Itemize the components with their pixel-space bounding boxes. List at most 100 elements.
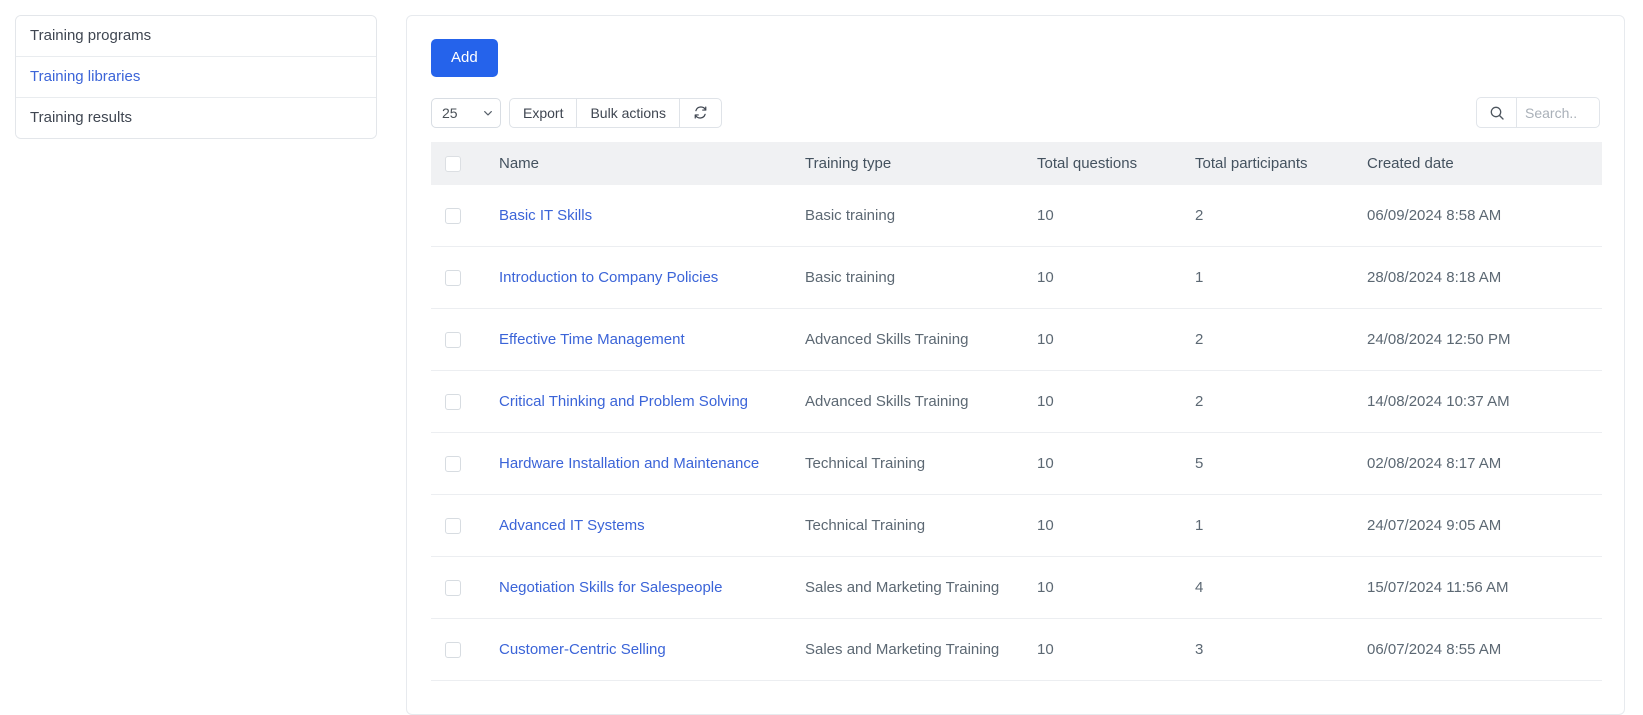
page-size-select-wrap: 25: [431, 97, 501, 128]
column-header-name[interactable]: Name: [489, 142, 795, 186]
row-select-cell: [431, 370, 489, 434]
cell-name: Negotiation Skills for Salespeople: [489, 556, 795, 620]
refresh-icon: [694, 106, 707, 119]
cell-total-questions: 10: [1027, 246, 1185, 310]
row-select-cell: [431, 494, 489, 558]
column-header-created-date[interactable]: Created date: [1357, 142, 1602, 186]
training-library-link[interactable]: Critical Thinking and Problem Solving: [499, 393, 748, 410]
cell-name: Customer-Centric Selling: [489, 618, 795, 682]
training-library-link[interactable]: Hardware Installation and Maintenance: [499, 455, 759, 472]
table-row: Introduction to Company Policies Basic t…: [431, 246, 1602, 310]
cell-total-questions: 10: [1027, 618, 1185, 682]
table-action-button-group: Export Bulk actions: [509, 97, 722, 128]
sidebar-item-label: Training libraries: [30, 68, 141, 85]
table-row: Basic IT Skills Basic training 10 2 06/0…: [431, 185, 1602, 248]
cell-created-date: 28/08/2024 8:18 AM: [1357, 246, 1602, 310]
cell-training-type: Advanced Skills Training: [795, 308, 1027, 372]
cell-name: Basic IT Skills: [489, 185, 795, 248]
column-header-total-participants[interactable]: Total participants: [1185, 142, 1357, 186]
table-header-row: Name Training type Total questions Total…: [431, 142, 1602, 186]
cell-training-type: Basic training: [795, 185, 1027, 248]
column-header-total-questions[interactable]: Total questions: [1027, 142, 1185, 186]
column-header-training-type[interactable]: Training type: [795, 142, 1027, 186]
training-libraries-page: Training programs Training libraries Tra…: [0, 0, 1643, 715]
search-input[interactable]: [1516, 97, 1600, 128]
row-checkbox[interactable]: [445, 642, 461, 659]
table-row: Critical Thinking and Problem Solving Ad…: [431, 370, 1602, 434]
cell-total-questions: 10: [1027, 432, 1185, 496]
table-toolbar: 25 Export Bulk actions: [431, 97, 1600, 128]
cell-total-participants: 3: [1185, 618, 1357, 682]
table-row: Hardware Installation and Maintenance Te…: [431, 432, 1602, 496]
training-libraries-table: Name Training type Total questions Total…: [431, 142, 1602, 682]
cell-training-type: Technical Training: [795, 432, 1027, 496]
row-checkbox[interactable]: [445, 332, 461, 349]
toolbar-left-group: 25 Export Bulk actions: [431, 97, 722, 128]
cell-total-questions: 10: [1027, 185, 1185, 248]
add-button[interactable]: Add: [431, 39, 498, 77]
training-library-link[interactable]: Effective Time Management: [499, 331, 685, 348]
cell-name: Advanced IT Systems: [489, 494, 795, 558]
row-checkbox[interactable]: [445, 580, 461, 597]
search-icon: [1490, 106, 1504, 120]
cell-name: Critical Thinking and Problem Solving: [489, 370, 795, 434]
export-button[interactable]: Export: [509, 97, 578, 128]
refresh-button[interactable]: [678, 97, 722, 128]
table-row: Customer-Centric Selling Sales and Marke…: [431, 618, 1602, 682]
cell-training-type: Basic training: [795, 246, 1027, 310]
cell-total-questions: 10: [1027, 370, 1185, 434]
cell-created-date: 14/08/2024 10:37 AM: [1357, 370, 1602, 434]
training-library-link[interactable]: Advanced IT Systems: [499, 517, 645, 534]
cell-total-participants: 2: [1185, 185, 1357, 248]
cell-name: Effective Time Management: [489, 308, 795, 372]
sidebar-item-training-libraries[interactable]: Training libraries: [16, 57, 376, 98]
row-select-cell: [431, 556, 489, 620]
row-checkbox[interactable]: [445, 208, 461, 225]
cell-training-type: Advanced Skills Training: [795, 370, 1027, 434]
cell-created-date: 06/07/2024 8:55 AM: [1357, 618, 1602, 682]
cell-total-questions: 10: [1027, 308, 1185, 372]
row-select-cell: [431, 618, 489, 682]
cell-total-participants: 4: [1185, 556, 1357, 620]
cell-total-participants: 2: [1185, 308, 1357, 372]
training-library-link[interactable]: Customer-Centric Selling: [499, 641, 666, 658]
bulk-actions-button[interactable]: Bulk actions: [576, 97, 680, 128]
cell-created-date: 06/09/2024 8:58 AM: [1357, 185, 1602, 248]
table-body: Basic IT Skills Basic training 10 2 06/0…: [431, 185, 1602, 682]
table-head: Name Training type Total questions Total…: [431, 142, 1602, 186]
search-button[interactable]: [1476, 97, 1516, 128]
row-checkbox[interactable]: [445, 518, 461, 535]
page-size-select[interactable]: 25: [431, 97, 501, 128]
select-all-header: [431, 142, 489, 186]
cell-created-date: 02/08/2024 8:17 AM: [1357, 432, 1602, 496]
cell-created-date: 24/08/2024 12:50 PM: [1357, 308, 1602, 372]
row-checkbox[interactable]: [445, 394, 461, 411]
row-checkbox[interactable]: [445, 270, 461, 287]
main-card: Add 25 Export Bulk actions Search.. Name…: [406, 15, 1625, 715]
training-library-link[interactable]: Introduction to Company Policies: [499, 269, 718, 286]
training-library-link[interactable]: Negotiation Skills for Salespeople: [499, 579, 722, 596]
row-checkbox[interactable]: [445, 456, 461, 473]
training-library-link[interactable]: Basic IT Skills: [499, 207, 592, 224]
cell-created-date: 24/07/2024 9:05 AM: [1357, 494, 1602, 558]
cell-created-date: 15/07/2024 11:56 AM: [1357, 556, 1602, 620]
cell-training-type: Sales and Marketing Training: [795, 618, 1027, 682]
table-container: Name Training type Total questions Total…: [431, 142, 1602, 682]
cell-total-participants: 5: [1185, 432, 1357, 496]
sidebar-list-group: Training programs Training libraries Tra…: [15, 15, 377, 139]
row-select-cell: [431, 246, 489, 310]
cell-total-questions: 10: [1027, 556, 1185, 620]
cell-name: Introduction to Company Policies: [489, 246, 795, 310]
cell-training-type: Sales and Marketing Training: [795, 556, 1027, 620]
sidebar-item-training-programs[interactable]: Training programs: [16, 16, 376, 57]
sidebar-item-label: Training results: [30, 109, 132, 126]
select-all-checkbox[interactable]: [445, 156, 461, 173]
sidebar-item-training-results[interactable]: Training results: [16, 98, 376, 138]
table-row: Advanced IT Systems Technical Training 1…: [431, 494, 1602, 558]
cell-total-questions: 10: [1027, 494, 1185, 558]
row-select-cell: [431, 432, 489, 496]
row-select-cell: [431, 185, 489, 248]
cell-total-participants: 1: [1185, 494, 1357, 558]
cell-training-type: Technical Training: [795, 494, 1027, 558]
cell-total-participants: 1: [1185, 246, 1357, 310]
